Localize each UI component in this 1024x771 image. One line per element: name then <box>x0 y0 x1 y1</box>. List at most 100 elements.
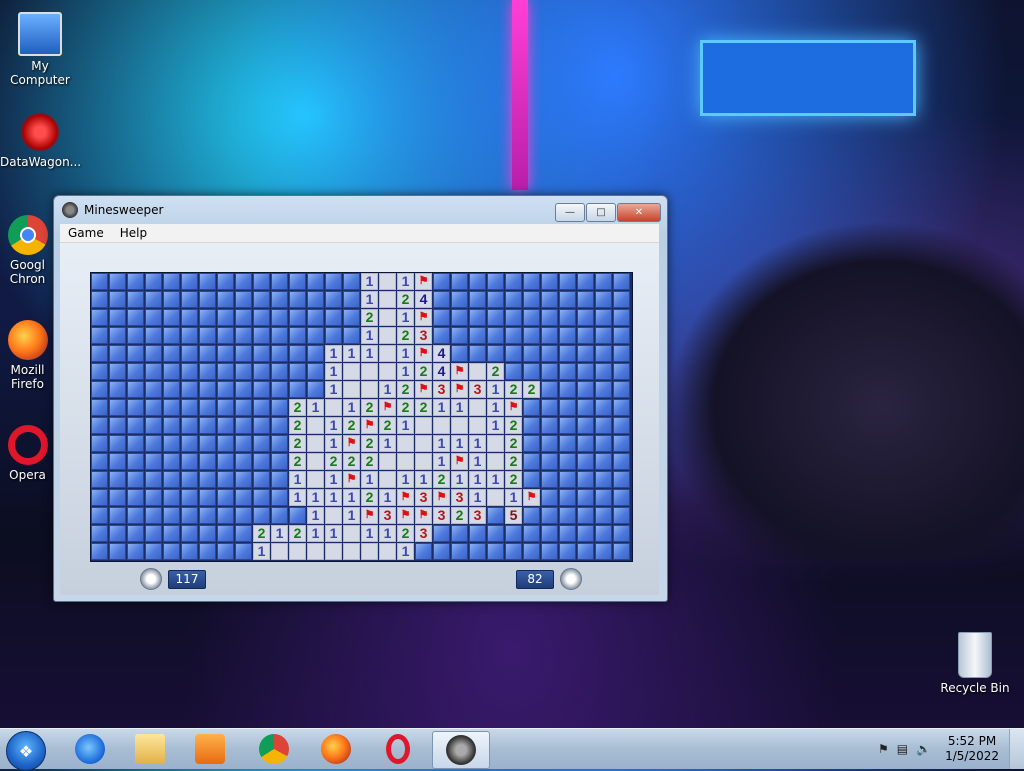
number-cell[interactable]: 2 <box>253 525 270 542</box>
covered-cell[interactable] <box>433 543 450 560</box>
covered-cell[interactable] <box>595 435 612 452</box>
covered-cell[interactable] <box>217 471 234 488</box>
covered-cell[interactable] <box>217 435 234 452</box>
number-cell[interactable]: 1 <box>343 399 360 416</box>
covered-cell[interactable] <box>217 381 234 398</box>
covered-cell[interactable] <box>325 309 342 326</box>
covered-cell[interactable] <box>163 507 180 524</box>
number-cell[interactable]: 1 <box>325 345 342 362</box>
covered-cell[interactable] <box>307 327 324 344</box>
covered-cell[interactable] <box>181 435 198 452</box>
covered-cell[interactable] <box>595 417 612 434</box>
covered-cell[interactable] <box>109 345 126 362</box>
covered-cell[interactable] <box>289 291 306 308</box>
covered-cell[interactable] <box>217 417 234 434</box>
number-cell[interactable]: 1 <box>379 489 396 506</box>
covered-cell[interactable] <box>199 381 216 398</box>
covered-cell[interactable] <box>271 489 288 506</box>
empty-cell[interactable] <box>307 417 324 434</box>
covered-cell[interactable] <box>217 291 234 308</box>
covered-cell[interactable] <box>307 309 324 326</box>
number-cell[interactable]: 2 <box>361 453 378 470</box>
covered-cell[interactable] <box>289 327 306 344</box>
empty-cell[interactable] <box>469 363 486 380</box>
covered-cell[interactable] <box>559 525 576 542</box>
number-cell[interactable]: 1 <box>289 489 306 506</box>
empty-cell[interactable] <box>415 417 432 434</box>
number-cell[interactable]: 3 <box>415 489 432 506</box>
covered-cell[interactable] <box>163 381 180 398</box>
covered-cell[interactable] <box>595 471 612 488</box>
covered-cell[interactable] <box>577 435 594 452</box>
covered-cell[interactable] <box>541 273 558 290</box>
clock[interactable]: 5:52 PM 1/5/2022 <box>945 734 999 764</box>
empty-cell[interactable] <box>379 345 396 362</box>
covered-cell[interactable] <box>271 507 288 524</box>
empty-cell[interactable] <box>343 363 360 380</box>
number-cell[interactable]: 1 <box>325 417 342 434</box>
covered-cell[interactable] <box>559 345 576 362</box>
number-cell[interactable]: 4 <box>433 363 450 380</box>
empty-cell[interactable] <box>469 417 486 434</box>
covered-cell[interactable] <box>217 489 234 506</box>
number-cell[interactable]: 1 <box>487 471 504 488</box>
number-cell[interactable]: 1 <box>379 525 396 542</box>
covered-cell[interactable] <box>91 309 108 326</box>
covered-cell[interactable] <box>559 273 576 290</box>
covered-cell[interactable] <box>109 525 126 542</box>
covered-cell[interactable] <box>577 309 594 326</box>
menu-help[interactable]: Help <box>112 226 155 240</box>
flag-icon[interactable]: ⚑ <box>505 399 522 416</box>
covered-cell[interactable] <box>199 327 216 344</box>
covered-cell[interactable] <box>163 309 180 326</box>
empty-cell[interactable] <box>415 435 432 452</box>
number-cell[interactable]: 2 <box>505 453 522 470</box>
empty-cell[interactable] <box>379 363 396 380</box>
taskbar-explorer[interactable] <box>122 731 178 767</box>
covered-cell[interactable] <box>253 453 270 470</box>
covered-cell[interactable] <box>271 399 288 416</box>
covered-cell[interactable] <box>559 453 576 470</box>
covered-cell[interactable] <box>469 291 486 308</box>
covered-cell[interactable] <box>577 525 594 542</box>
covered-cell[interactable] <box>127 417 144 434</box>
empty-cell[interactable] <box>361 363 378 380</box>
covered-cell[interactable] <box>289 273 306 290</box>
covered-cell[interactable] <box>127 543 144 560</box>
covered-cell[interactable] <box>181 291 198 308</box>
number-cell[interactable]: 1 <box>361 345 378 362</box>
covered-cell[interactable] <box>199 363 216 380</box>
number-cell[interactable]: 2 <box>451 507 468 524</box>
number-cell[interactable]: 1 <box>433 453 450 470</box>
number-cell[interactable]: 1 <box>451 435 468 452</box>
covered-cell[interactable] <box>505 327 522 344</box>
covered-cell[interactable] <box>595 309 612 326</box>
number-cell[interactable]: 1 <box>361 471 378 488</box>
covered-cell[interactable] <box>487 273 504 290</box>
covered-cell[interactable] <box>469 525 486 542</box>
number-cell[interactable]: 1 <box>361 327 378 344</box>
covered-cell[interactable] <box>91 543 108 560</box>
covered-cell[interactable] <box>163 291 180 308</box>
covered-cell[interactable] <box>181 525 198 542</box>
covered-cell[interactable] <box>109 417 126 434</box>
empty-cell[interactable] <box>343 381 360 398</box>
covered-cell[interactable] <box>91 417 108 434</box>
number-cell[interactable]: 1 <box>469 453 486 470</box>
covered-cell[interactable] <box>613 489 630 506</box>
covered-cell[interactable] <box>253 489 270 506</box>
covered-cell[interactable] <box>469 327 486 344</box>
number-cell[interactable]: 2 <box>289 399 306 416</box>
covered-cell[interactable] <box>505 525 522 542</box>
number-cell[interactable]: 2 <box>343 453 360 470</box>
covered-cell[interactable] <box>613 507 630 524</box>
covered-cell[interactable] <box>235 399 252 416</box>
covered-cell[interactable] <box>343 327 360 344</box>
covered-cell[interactable] <box>595 543 612 560</box>
covered-cell[interactable] <box>541 435 558 452</box>
covered-cell[interactable] <box>577 417 594 434</box>
covered-cell[interactable] <box>541 309 558 326</box>
empty-cell[interactable] <box>487 453 504 470</box>
taskbar-firefox[interactable] <box>308 731 364 767</box>
number-cell[interactable]: 1 <box>397 543 414 560</box>
